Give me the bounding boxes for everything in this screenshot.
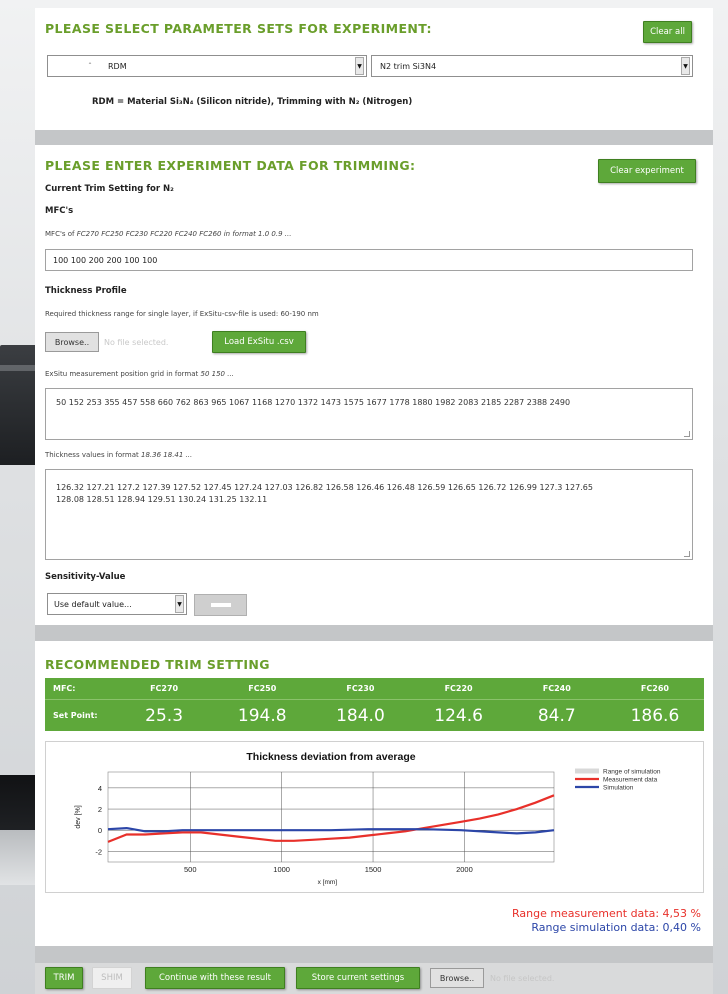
y-tick-label: -2 [95,847,102,856]
y-tick-label: 4 [98,784,102,793]
store-settings-button[interactable]: Store current settings [296,967,420,989]
trim-recipe-value: N2 trim Si3N4 [380,61,437,71]
range-measurement-text: Range measurement data: 4,53 % [511,907,701,920]
mfcs-hint: MFC's of FC270 FC250 FC230 FC220 FC240 F… [45,230,292,238]
chart-svg: Thickness deviation from average 500 1000 1… [75,751,661,886]
no-file-label: No file selected. [104,338,169,347]
thickness-deviation-chart: Thickness deviation from average 500 1000 1… [45,741,704,893]
legend-label: Measurement data [603,777,658,784]
thickness-range-hint: Required thickness range for single laye… [45,310,319,318]
setpoint-value-4: 124.6 [434,705,483,726]
x-tick-label: 500 [184,865,197,874]
thickness-values-hint: Thickness values in format 18.36 18.41 .… [45,451,193,459]
mfc-header-row: MFC: FC270 FC250 FC230 FC220 FC240 FC260 [45,678,704,700]
mfc-column-4: FC220 [444,684,473,693]
setpoint-value-1: 25.3 [145,705,184,726]
sensitivity-value: Use default value... [54,599,132,609]
experiment-panel: PLEASE SELECT PARAMETER SETS FOR EXPERIM… [35,8,713,994]
parameter-set-value: RDM [108,61,127,71]
grid-value: 50 152 253 355 457 558 660 762 863 965 1… [56,398,571,407]
resize-grip-icon[interactable] [684,551,690,557]
thickness-values-textarea[interactable]: 126.32 127.21 127.2 127.39 127.52 127.45… [45,469,693,560]
recommended-trim-section: RECOMMENDED TRIM SETTING MFC: FC270 FC25… [35,641,713,946]
thickness-values-line-1: 126.32 127.21 127.2 127.39 127.52 127.45… [56,483,593,492]
parameter-set-select[interactable]: ˆ RDM ▼ [47,55,367,77]
browse-button[interactable]: Browse.. [45,332,99,352]
x-axis-label: x [mm] [318,879,338,886]
chevron-down-icon[interactable]: ▼ [175,595,184,613]
shim-button[interactable]: SHIM [92,967,132,989]
y-tick-label: 2 [98,805,102,814]
current-trim-label: Current Trim Setting for N₂ [45,184,174,194]
chart-title: Thickness deviation from average [246,751,415,763]
setpoint-value-6: 186.6 [630,705,680,726]
recommended-trim-title: RECOMMENDED TRIM SETTING [45,657,270,672]
thickness-values-line-2: 128.08 128.51 128.94 129.51 130.24 131.2… [56,495,268,504]
mfcs-label: MFC's [45,206,74,216]
load-exsitu-button[interactable]: Load ExSitu .csv [212,331,306,353]
chevron-down-icon[interactable]: ▼ [355,57,364,75]
background-device-top [0,345,40,465]
mfc-column-1: FC270 [150,684,179,693]
action-bar: TRIM SHIM Continue with these result Sto… [35,963,713,994]
x-tick-label: 1500 [365,865,382,874]
clear-all-button[interactable]: Clear all [643,21,692,43]
sensitivity-select[interactable]: Use default value... ▼ [47,593,187,615]
setpoint-row: Set Point: 25.3 194.8 184.0 124.6 84.7 1… [45,700,704,731]
y-tick-label: 0 [98,826,102,835]
experiment-data-title: PLEASE ENTER EXPERIMENT DATA FOR TRIMMIN… [45,158,416,173]
experiment-data-section: PLEASE ENTER EXPERIMENT DATA FOR TRIMMIN… [35,145,713,625]
mfc-column-3: FC230 [346,684,375,693]
no-file-settings-label: No file selected. [490,974,555,983]
setpoint-value-5: 84.7 [537,705,576,726]
legend-label: Simulation [603,785,634,792]
chevron-down-icon[interactable]: ▼ [681,57,690,75]
range-simulation-text: Range simulation data: 0,40 % [531,921,701,934]
grid-hint: ExSitu measurement position grid in form… [45,370,234,378]
parameter-set-description: RDM = Material Si₃N₄ (Silicon nitride), … [92,97,413,107]
sensitivity-label: Sensitivity-Value [45,572,126,582]
setpoint-value-2: 194.8 [237,705,287,726]
resize-grip-icon[interactable] [684,431,690,437]
mfc-column-6: FC260 [640,684,669,693]
parameter-set-title: PLEASE SELECT PARAMETER SETS FOR EXPERIM… [45,21,432,36]
clear-experiment-button[interactable]: Clear experiment [598,159,696,183]
x-tick-label: 1000 [273,865,290,874]
mfc-column-2: FC250 [248,684,277,693]
sensitivity-custom-input[interactable] [194,594,247,616]
background-device-bottom [0,775,40,885]
grid-textarea[interactable]: 50 152 253 355 457 558 660 762 863 965 1… [45,388,693,440]
mfc-label: MFC: [53,684,76,693]
thickness-profile-label: Thickness Profile [45,286,127,296]
trim-button[interactable]: TRIM [45,967,83,989]
legend-label: Range of simulation [603,769,661,776]
parameter-set-section: PLEASE SELECT PARAMETER SETS FOR EXPERIM… [35,8,713,130]
trim-recipe-select[interactable]: N2 trim Si3N4 ▼ [371,55,693,77]
mfcs-input[interactable]: 100 100 200 200 100 100 [45,249,693,271]
browse-settings-button[interactable]: Browse.. [430,968,484,988]
y-axis-label: dev [%] [75,805,82,828]
mfc-column-5: FC240 [542,684,571,693]
setpoint-value-3: 184.0 [336,705,385,726]
setpoint-label: Set Point: [53,711,98,720]
trim-setting-table: MFC: FC270 FC250 FC230 FC220 FC240 FC260… [45,678,704,731]
continue-button[interactable]: Continue with these result [145,967,285,989]
x-tick-label: 2000 [456,865,473,874]
select-marker: ˆ [88,61,92,71]
